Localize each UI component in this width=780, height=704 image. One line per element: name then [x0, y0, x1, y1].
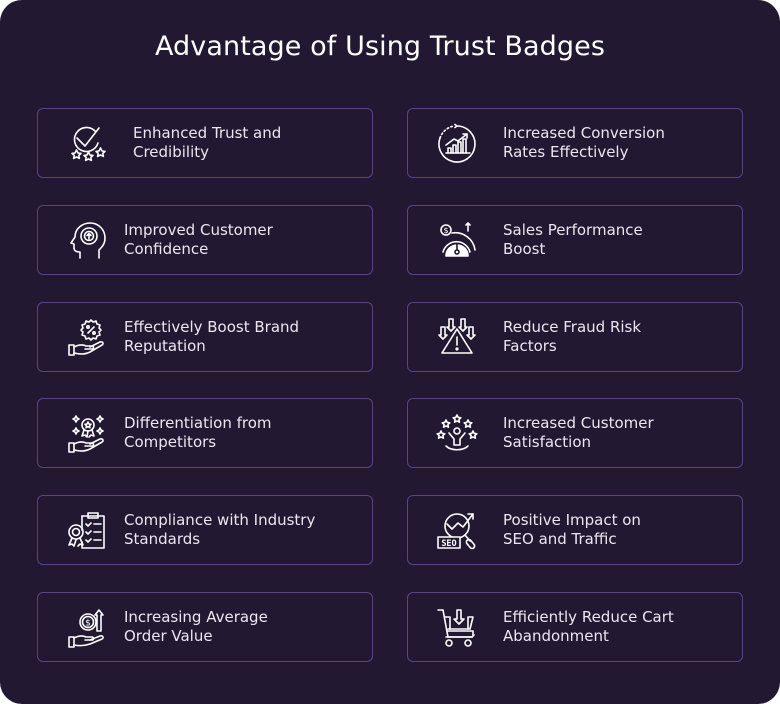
card-label-line: Increasing Average	[124, 608, 268, 626]
card-fraud-risk: Reduce Fraud Risk Factors	[407, 302, 743, 372]
card-label-line: Differentiation from	[124, 414, 272, 432]
card-compliance: Compliance with Industry Standards	[37, 495, 373, 565]
card-label-line: Sales Performance	[503, 221, 643, 239]
clipboard-badge-icon	[66, 510, 108, 552]
card-label-line: Effectively Boost Brand	[124, 318, 300, 336]
infographic-panel: Advantage of Using Trust Badges Enhanced…	[0, 0, 780, 704]
growth-chart-icon	[436, 123, 478, 165]
card-cart-abandonment: Efficiently Reduce Cart Abandonment	[407, 592, 743, 662]
page-title: Advantage of Using Trust Badges	[154, 31, 606, 62]
card-label: Enhanced Trust and Credibility	[133, 124, 373, 162]
card-customer-confidence: Improved Customer Confidence	[37, 205, 373, 275]
cart-download-icon	[436, 607, 478, 649]
svg-text:$: $	[85, 619, 91, 629]
card-average-order-value: $ Increasing Average Order Value	[37, 592, 373, 662]
card-label: Differentiation from Competitors	[124, 414, 364, 452]
card-label: Increased Customer Satisfaction	[503, 414, 743, 452]
card-label-line: SEO and Traffic	[503, 530, 617, 548]
card-label: Reduce Fraud Risk Factors	[503, 318, 743, 356]
head-gear-icon	[66, 220, 108, 262]
card-label-line: Factors	[503, 337, 557, 355]
card-label-line: Compliance with Industry	[124, 511, 316, 529]
person-stars-icon	[436, 413, 478, 455]
card-seo-traffic: SEO Positive Impact on SEO and Traffic	[407, 495, 743, 565]
card-label-line: Increased Customer	[503, 414, 654, 432]
card-label-line: Standards	[124, 530, 201, 548]
hand-discount-icon	[66, 317, 108, 359]
card-brand-reputation: Effectively Boost Brand Reputation	[37, 302, 373, 372]
card-label-line: Credibility	[133, 143, 210, 161]
card-label-line: Enhanced Trust and	[133, 124, 282, 142]
hand-award-icon	[66, 413, 108, 455]
card-label: Increased Conversion Rates Effectively	[503, 124, 743, 162]
card-label: Compliance with Industry Standards	[124, 511, 364, 549]
card-label: Efficiently Reduce Cart Abandonment	[503, 608, 743, 646]
card-conversion-rates: Increased Conversion Rates Effectively	[407, 108, 743, 178]
card-label-line: Confidence	[124, 240, 209, 258]
card-label-line: Efficiently Reduce Cart	[503, 608, 674, 626]
seo-magnifier-icon: SEO	[436, 510, 478, 552]
card-differentiation: Differentiation from Competitors	[37, 398, 373, 468]
card-label-line: Abandonment	[503, 627, 609, 645]
svg-text:$: $	[443, 226, 448, 235]
card-label: Positive Impact on SEO and Traffic	[503, 511, 743, 549]
svg-text:SEO: SEO	[441, 539, 456, 549]
card-label-line: Competitors	[124, 433, 217, 451]
card-label: Increasing Average Order Value	[124, 608, 364, 646]
speedometer-dollar-icon: $	[436, 220, 478, 262]
card-label-line: Satisfaction	[503, 433, 592, 451]
card-label-line: Order Value	[124, 627, 213, 645]
check-stars-icon	[66, 123, 108, 165]
card-label-line: Improved Customer	[124, 221, 273, 239]
card-enhanced-trust: Enhanced Trust and Credibility	[37, 108, 373, 178]
card-label-line: Reputation	[124, 337, 206, 355]
card-label-line: Boost	[503, 240, 546, 258]
card-sales-performance: $ Sales Performance Boost	[407, 205, 743, 275]
card-label: Improved Customer Confidence	[124, 221, 364, 259]
card-label-line: Rates Effectively	[503, 143, 629, 161]
card-label: Sales Performance Boost	[503, 221, 743, 259]
card-label: Effectively Boost Brand Reputation	[124, 318, 364, 356]
card-label-line: Reduce Fraud Risk	[503, 318, 642, 336]
warning-arrows-icon	[436, 317, 478, 359]
card-customer-satisfaction: Increased Customer Satisfaction	[407, 398, 743, 468]
card-label-line: Positive Impact on	[503, 511, 641, 529]
hand-coin-arrow-icon: $	[66, 607, 108, 649]
card-label-line: Increased Conversion	[503, 124, 665, 142]
